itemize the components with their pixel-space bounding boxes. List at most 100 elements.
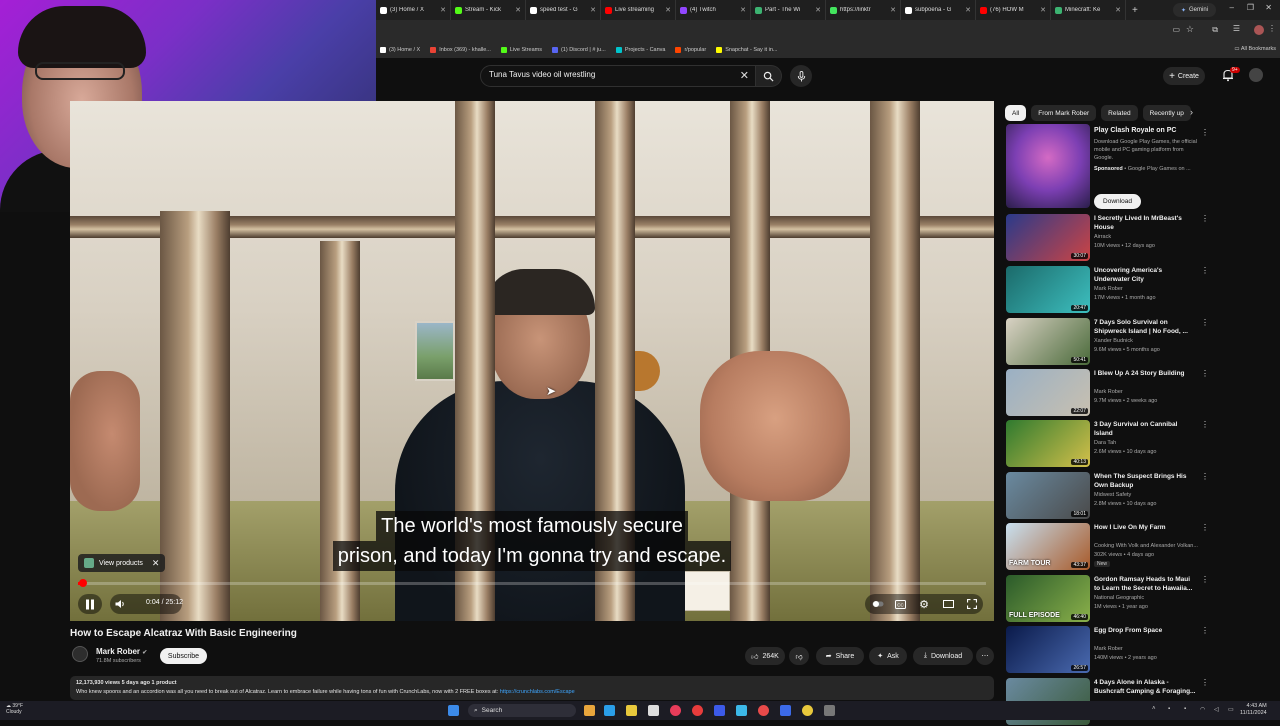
profile-avatar[interactable] bbox=[1254, 25, 1264, 35]
channel-name[interactable]: Mark Rober ✔ bbox=[96, 647, 147, 656]
star-icon[interactable]: ☆ bbox=[1186, 24, 1194, 35]
more-vertical-icon[interactable]: ⋮ bbox=[1201, 369, 1209, 378]
more-vertical-icon[interactable]: ⋮ bbox=[1201, 318, 1209, 327]
dislike-button[interactable]: 👎︎ bbox=[789, 647, 809, 665]
browser-tab[interactable]: (4) Twitch ✕ bbox=[676, 0, 751, 20]
clear-search-icon[interactable]: ✕ bbox=[740, 69, 749, 82]
create-button[interactable]: + Create bbox=[1163, 67, 1205, 85]
browser-tab[interactable]: Stream - Kick ✕ bbox=[451, 0, 526, 20]
weather-widget[interactable]: ☁ 39°F Cloudy bbox=[6, 703, 23, 715]
chrome-icon[interactable] bbox=[802, 705, 813, 716]
user-avatar[interactable] bbox=[1249, 68, 1263, 82]
channel-avatar[interactable] bbox=[72, 646, 88, 662]
filter-chip[interactable]: All bbox=[1005, 105, 1027, 121]
recommended-video[interactable]: 40:13 3 Day Survival on Cannibal Island Da… bbox=[1006, 420, 1209, 468]
share-button[interactable]: ➦ Share bbox=[816, 647, 864, 665]
new-tab-button[interactable]: + bbox=[1126, 5, 1144, 16]
sponsored-ad[interactable]: Play Clash Royale on PC Download Google … bbox=[1006, 124, 1209, 210]
video-thumbnail[interactable]: 20:47 bbox=[1006, 266, 1090, 313]
app-icon[interactable] bbox=[714, 705, 725, 716]
autoplay-toggle[interactable] bbox=[870, 594, 886, 614]
browser-tab[interactable]: subpoena - G ✕ bbox=[901, 0, 976, 20]
more-vertical-icon[interactable]: ⋮ bbox=[1201, 523, 1209, 532]
recommended-channel[interactable]: Mark Rober bbox=[1094, 286, 1123, 292]
more-vertical-icon[interactable]: ⋮ bbox=[1201, 472, 1209, 481]
all-bookmarks[interactable]: ▭ All Bookmarks bbox=[1234, 46, 1276, 52]
recommended-title[interactable]: 7 Days Solo Survival on Shipwreck Island… bbox=[1094, 318, 1198, 336]
recommended-video[interactable]: FARM TOUR 43:37 How I Live On My Farm Cooki… bbox=[1006, 523, 1209, 571]
more-vertical-icon[interactable]: ⋮ bbox=[1201, 575, 1209, 584]
ad-download-button[interactable]: Download bbox=[1094, 194, 1141, 209]
app-icon[interactable] bbox=[670, 705, 681, 716]
bookmark-item[interactable]: Inbox (369) - khalle... bbox=[430, 47, 491, 53]
ad-title[interactable]: Play Clash Royale on PC bbox=[1094, 127, 1176, 134]
browser-tab[interactable]: speed test - G ✕ bbox=[526, 0, 601, 20]
ad-thumbnail[interactable] bbox=[1006, 124, 1090, 208]
extensions-icon[interactable]: ⧉ bbox=[1212, 25, 1218, 35]
recommended-video[interactable]: 22:07 I Blew Up A 24 Story Building Mark R… bbox=[1006, 369, 1209, 417]
video-thumbnail[interactable]: 18:01 bbox=[1006, 472, 1090, 519]
recommended-title[interactable]: I Secretly Lived In MrBeast's House bbox=[1094, 214, 1198, 232]
recommended-title[interactable]: Egg Drop From Space bbox=[1094, 626, 1198, 635]
bookmark-item[interactable]: Projects - Canva bbox=[615, 47, 665, 53]
view-products-button[interactable]: View products ✕ bbox=[78, 554, 166, 572]
taskbar-search[interactable]: ⌕ Search bbox=[468, 704, 576, 717]
bookmark-item[interactable]: r/popular bbox=[675, 47, 706, 53]
more-menu-icon[interactable]: ⋮ bbox=[1268, 24, 1276, 33]
close-tab-icon[interactable]: ✕ bbox=[890, 6, 896, 14]
recommended-video[interactable]: 30:07 I Secretly Lived In MrBeast's House… bbox=[1006, 214, 1209, 262]
recommended-channel[interactable]: Mark Rober bbox=[1094, 389, 1123, 395]
close-tab-icon[interactable]: ✕ bbox=[665, 6, 671, 14]
filter-chip[interactable]: Recently up bbox=[1142, 105, 1191, 121]
settings-icon[interactable] bbox=[824, 705, 835, 716]
bookmark-item[interactable]: (3) Home / X bbox=[380, 47, 420, 53]
recommended-video[interactable]: 20:47 Uncovering America's Underwater Cit… bbox=[1006, 266, 1209, 314]
more-vertical-icon[interactable]: ⋮ bbox=[1201, 214, 1209, 223]
file-explorer-icon[interactable] bbox=[584, 705, 595, 716]
maximize-icon[interactable]: ❐ bbox=[1247, 3, 1254, 12]
progress-bar[interactable] bbox=[78, 579, 986, 587]
gemini-button[interactable]: ✦ Gemini bbox=[1172, 3, 1216, 17]
close-tab-icon[interactable]: ✕ bbox=[515, 6, 521, 14]
browser-tab[interactable]: https://linktr ✕ bbox=[826, 0, 901, 20]
speaker-icon[interactable]: ◁ bbox=[1214, 706, 1219, 713]
more-vertical-icon[interactable]: ⋮ bbox=[1201, 420, 1209, 429]
tray-icon[interactable]: ▪ bbox=[1184, 706, 1186, 712]
video-thumbnail[interactable]: FULL EPISODE 46:40 bbox=[1006, 575, 1090, 622]
fullscreen-button[interactable] bbox=[964, 594, 980, 614]
download-button[interactable]: ⤓ Download bbox=[913, 647, 973, 665]
pause-button[interactable] bbox=[78, 594, 102, 614]
browser-tab[interactable]: Part - The Wi ✕ bbox=[751, 0, 826, 20]
video-player[interactable]: ➤ The world's most famously secure priso… bbox=[70, 101, 994, 621]
close-tab-icon[interactable]: ✕ bbox=[440, 6, 446, 14]
bookmark-item[interactable]: Snapchat - Say it in... bbox=[716, 47, 777, 53]
ask-button[interactable]: ✦ Ask bbox=[869, 647, 907, 665]
windows-start-icon[interactable] bbox=[448, 705, 459, 716]
recommended-title[interactable]: 3 Day Survival on Cannibal Island bbox=[1094, 420, 1198, 438]
more-vertical-icon[interactable]: ⋮ bbox=[1201, 678, 1209, 687]
close-tab-icon[interactable]: ✕ bbox=[590, 6, 596, 14]
browser-tab[interactable]: (3) Home / X ✕ bbox=[376, 0, 451, 20]
close-tab-icon[interactable]: ✕ bbox=[1115, 6, 1121, 14]
wifi-icon[interactable]: ◠ bbox=[1200, 706, 1205, 713]
recommended-video[interactable]: FULL EPISODE 46:40 Gordon Ramsay Heads to … bbox=[1006, 575, 1209, 623]
video-thumbnail[interactable]: 30:07 bbox=[1006, 214, 1090, 261]
cast-icon[interactable]: ▭ bbox=[1172, 25, 1180, 34]
recommended-video[interactable]: 18:01 When The Suspect Brings His Own Bac… bbox=[1006, 472, 1209, 520]
folder-icon[interactable] bbox=[626, 705, 637, 716]
video-thumbnail[interactable]: FARM TOUR 43:37 bbox=[1006, 523, 1090, 570]
volume-button[interactable] bbox=[113, 594, 127, 614]
description-box[interactable]: 12,173,930 views 5 days ago 1 product Wh… bbox=[70, 676, 994, 700]
edge-icon[interactable] bbox=[604, 705, 615, 716]
recommended-channel[interactable]: Mark Rober bbox=[1094, 646, 1123, 652]
subtitles-button[interactable]: CC bbox=[892, 594, 908, 614]
voice-search-button[interactable] bbox=[790, 65, 812, 87]
recommended-video[interactable]: 50:41 7 Days Solo Survival on Shipwreck I… bbox=[1006, 318, 1209, 366]
app-icon[interactable] bbox=[736, 705, 747, 716]
recommended-channel[interactable]: Dara Tah bbox=[1094, 440, 1116, 446]
theater-mode-button[interactable] bbox=[940, 594, 956, 614]
close-window-icon[interactable]: ✕ bbox=[1265, 3, 1272, 12]
recommended-title[interactable]: 4 Days Alone in Alaska - Bushcraft Campi… bbox=[1094, 678, 1198, 696]
tray-icon[interactable]: ▪ bbox=[1168, 706, 1170, 712]
browser-tab[interactable]: Minecraft: Ke ✕ bbox=[1051, 0, 1126, 20]
